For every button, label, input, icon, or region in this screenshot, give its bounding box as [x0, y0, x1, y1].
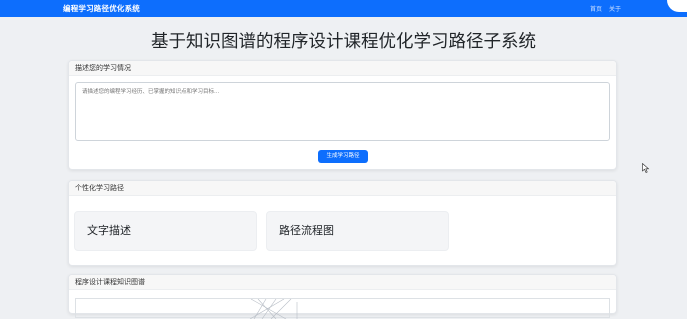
learning-path-header: 个性化学习路径	[69, 181, 616, 196]
graph-lines	[249, 299, 298, 319]
mouse-cursor-icon	[642, 163, 650, 173]
page-title: 基于知识图谱的程序设计课程优化学习路径子系统	[151, 32, 536, 52]
learning-path-card: 个性化学习路径 文字描述 路径流程图	[68, 180, 617, 266]
nav-link-about[interactable]: 关于	[609, 4, 621, 13]
top-navbar: 编程学习路径优化系统 首页 关于	[0, 0, 687, 17]
learning-description-input[interactable]	[75, 82, 610, 141]
nav-link-home[interactable]: 首页	[590, 4, 602, 13]
text-description-panel: 文字描述	[74, 211, 257, 251]
generate-path-button[interactable]: 生成学习路径	[318, 150, 368, 163]
knowledge-graph-card: 程序设计课程知识图谱	[68, 274, 617, 319]
brand-title[interactable]: 编程学习路径优化系统	[63, 3, 140, 14]
learning-status-card: 描述您的学习情况 生成学习路径	[68, 60, 617, 170]
path-flowchart-panel: 路径流程图	[266, 211, 449, 251]
learning-status-header: 描述您的学习情况	[69, 61, 616, 76]
knowledge-graph-canvas[interactable]	[75, 298, 610, 319]
nav-links: 首页 关于	[590, 4, 621, 13]
avatar[interactable]	[667, 0, 687, 12]
knowledge-graph-header: 程序设计课程知识图谱	[69, 275, 616, 290]
